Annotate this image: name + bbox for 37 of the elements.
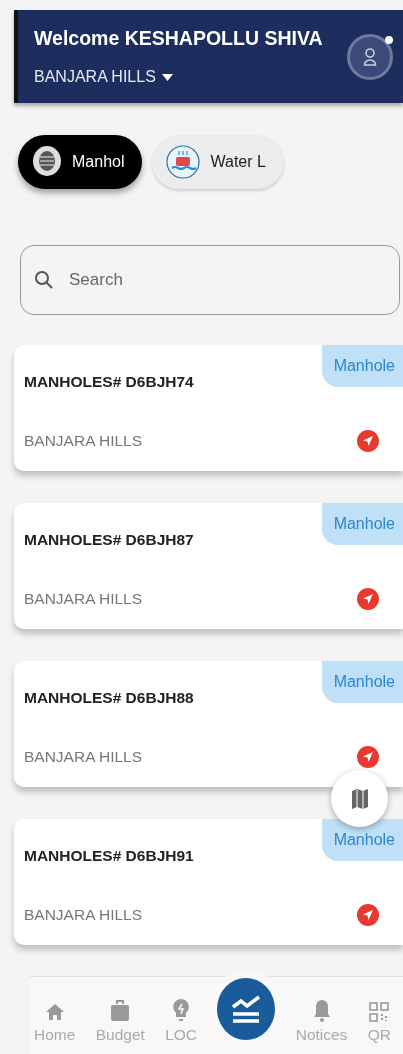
- caret-icon: [161, 73, 173, 81]
- category-tag: Manhole: [321, 661, 403, 703]
- category-tag: Manhole: [321, 345, 403, 387]
- home-icon: [44, 1002, 65, 1022]
- record-location: BANJARA HILLS: [24, 905, 143, 924]
- navigation-icon[interactable]: [357, 745, 379, 768]
- briefcase-icon: [110, 1000, 131, 1022]
- navigation-icon[interactable]: [357, 429, 379, 452]
- record-title: MANHOLES# D6BJH88: [24, 688, 195, 707]
- chart-icon: [231, 995, 262, 1023]
- record-card[interactable]: MANHOLES# D6BJH87 BANJARA HILLS Manhole: [14, 503, 403, 629]
- qr-code-icon: [369, 1002, 390, 1022]
- user-icon: [363, 47, 377, 66]
- filter-chip[interactable]: Manhol: [18, 135, 143, 189]
- record-title: MANHOLES# D6BJH91: [24, 846, 195, 865]
- record-location: BANJARA HILLS: [24, 431, 143, 450]
- welcome-title: Welcome KESHAPOLLU SHIVA: [34, 27, 323, 50]
- record-title: MANHOLES# D6BJH74: [24, 372, 195, 391]
- avatar-button[interactable]: [347, 33, 393, 80]
- record-location: BANJARA HILLS: [24, 589, 143, 608]
- category-tag: Manhole: [321, 503, 403, 545]
- record-card[interactable]: MANHOLES# D6BJH88 BANJARA HILLS Manhole: [14, 661, 403, 787]
- record-location: BANJARA HILLS: [24, 747, 143, 766]
- bulb-icon: [172, 998, 191, 1022]
- flooded-car-icon: [166, 145, 201, 179]
- map-icon: [350, 787, 369, 810]
- record-card[interactable]: MANHOLES# D6BJH91 BANJARA HILLS Manhole: [14, 819, 403, 945]
- navigation-icon[interactable]: [357, 903, 379, 926]
- filter-chip[interactable]: Water L: [152, 135, 284, 189]
- record-card[interactable]: MANHOLES# D6BJH74 BANJARA HILLS Manhole: [14, 345, 403, 471]
- record-title: MANHOLES# D6BJH87: [24, 530, 195, 549]
- bell-icon: [312, 998, 331, 1022]
- navigation-icon[interactable]: [357, 587, 379, 610]
- location-dropdown[interactable]: BANJARA HILLS: [34, 68, 173, 86]
- search-field[interactable]: Search: [20, 245, 400, 315]
- manhole-cover-icon: [32, 145, 62, 179]
- search-icon: [34, 270, 54, 290]
